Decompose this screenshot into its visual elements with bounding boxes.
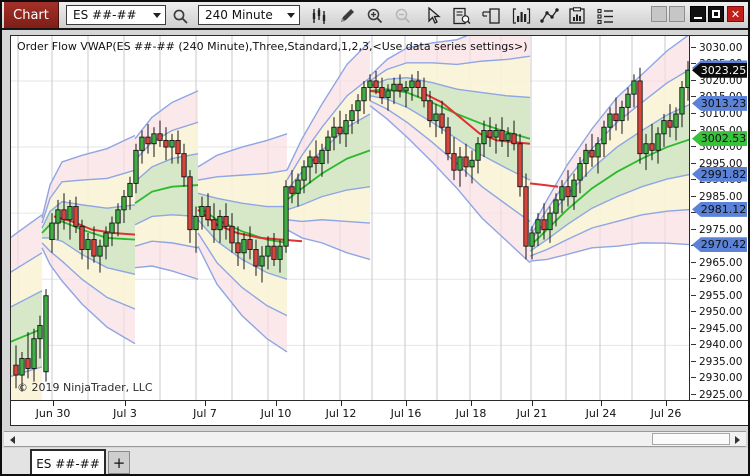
indicators-button[interactable]	[510, 6, 532, 26]
arrow-right-icon	[735, 435, 740, 444]
time-label: Jul 3	[113, 407, 137, 420]
indicators-icon	[512, 8, 530, 24]
drawing-tools-button[interactable]	[336, 6, 358, 26]
price-tick: 3030.00	[691, 42, 748, 54]
data-box-icon	[452, 7, 470, 25]
time-label: Jun 30	[35, 407, 71, 420]
zoom-out-icon	[395, 8, 411, 24]
time-tick	[532, 401, 533, 406]
add-tab-button[interactable]: +	[108, 451, 130, 474]
time-tick	[341, 401, 342, 406]
zoom-in-icon	[367, 8, 383, 24]
price-tick: 2985.00	[691, 191, 748, 203]
chevron-down-icon	[287, 13, 295, 18]
copyright-text: © 2019 NinjaTrader, LLC	[17, 381, 153, 394]
price-tick: 2945.00	[691, 323, 748, 335]
time-label: Jul 26	[650, 407, 682, 420]
pencil-icon	[341, 9, 354, 22]
minimize-button[interactable]	[690, 6, 706, 22]
properties-button[interactable]	[594, 6, 616, 26]
window-type-label: Chart	[4, 2, 59, 28]
time-label: Jul 10	[260, 407, 292, 420]
time-label: Jul 7	[193, 407, 217, 420]
close-button[interactable]: ✕	[727, 6, 744, 22]
time-tick	[406, 401, 407, 406]
time-label: Jul 16	[390, 407, 422, 420]
maximize-icon	[712, 10, 720, 18]
price-marker-band-2: 2981.12	[692, 201, 747, 217]
strategies-icon	[539, 8, 559, 23]
indicator-label: Order Flow VWAP(ES ##-## (240 Minute),Th…	[17, 40, 528, 53]
price-axis[interactable]: 2925.00 2930.00 2935.00 2940.00 2945.00 2950.…	[691, 36, 748, 400]
toolbar-blank-button-2[interactable]	[669, 6, 685, 22]
title-bar: Chart ES ##-## 240 Minute ✕	[2, 2, 748, 30]
data-box-button[interactable]	[450, 6, 472, 26]
chart-panel-icon	[481, 8, 500, 24]
interval-selector[interactable]: 240 Minute	[198, 5, 300, 25]
price-tick: 2975.00	[691, 224, 748, 236]
chevron-down-icon	[153, 13, 161, 18]
chart-style-icon	[312, 8, 326, 24]
chart-plot-area[interactable]: Order Flow VWAP(ES ##-## (240 Minute),Th…	[11, 36, 690, 400]
instrument-search-button[interactable]	[169, 6, 191, 26]
instrument-value: ES ##-##	[73, 8, 137, 22]
price-tick: 2935.00	[691, 356, 748, 368]
time-axis[interactable]: Jun 30 Jul 3 Jul 7 Jul 10 Jul 12 Jul 16 Jul 18…	[11, 400, 748, 425]
time-tick	[53, 401, 54, 406]
time-label: Jul 18	[455, 407, 487, 420]
interval-value: 240 Minute	[205, 8, 273, 22]
close-icon: ✕	[730, 7, 741, 21]
price-tick: 2965.00	[691, 257, 748, 269]
search-icon	[173, 9, 188, 24]
chart-window: Chart ES ##-## 240 Minute ✕ Order Flow V…	[0, 0, 750, 476]
price-tick: 2950.00	[691, 306, 748, 318]
time-label: Jul 21	[516, 407, 548, 420]
horizontal-scrollbar	[4, 431, 746, 447]
time-tick	[666, 401, 667, 406]
arrow-left-icon	[10, 435, 15, 444]
scrollbar-thumb[interactable]	[652, 433, 730, 445]
tab-es[interactable]: ES ##-##	[30, 449, 106, 474]
price-tick: 2940.00	[691, 339, 748, 351]
price-marker-band-3: 2970.42	[692, 237, 747, 253]
market-analyzer-icon	[569, 7, 585, 24]
price-marker-vwap: 3002.53	[692, 131, 747, 147]
toolbar-blank-button-1[interactable]	[651, 6, 667, 22]
candlestick-chart	[11, 36, 689, 400]
time-label: Jul 12	[325, 407, 357, 420]
properties-list-icon	[596, 8, 613, 25]
strategies-button[interactable]	[538, 6, 560, 26]
time-tick	[601, 401, 602, 406]
price-tick: 2955.00	[691, 290, 748, 302]
scroll-left-button[interactable]	[6, 433, 19, 446]
price-marker-band-1: 2991.82	[692, 166, 747, 182]
chart-style-button[interactable]	[308, 6, 330, 26]
price-marker-last-price: 3023.25	[692, 62, 747, 78]
zoom-out-button[interactable]	[392, 6, 414, 26]
maximize-button[interactable]	[708, 6, 724, 22]
cursor-icon	[428, 7, 441, 24]
scroll-right-button[interactable]	[731, 433, 744, 446]
time-label: Jul 24	[585, 407, 617, 420]
minimize-icon	[694, 17, 702, 19]
time-tick	[205, 401, 206, 406]
time-tick	[125, 401, 126, 406]
price-tick: 2930.00	[691, 372, 748, 384]
tab-strip: ES ##-## +	[2, 448, 748, 474]
zoom-in-button[interactable]	[364, 6, 386, 26]
price-tick: 2960.00	[691, 273, 748, 285]
market-analyzer-button[interactable]	[566, 6, 588, 26]
time-tick	[471, 401, 472, 406]
price-tick: 2925.00	[691, 389, 748, 400]
cursor-button[interactable]	[422, 6, 444, 26]
chart-panel-button[interactable]	[480, 6, 502, 26]
chart-panel: Order Flow VWAP(ES ##-## (240 Minute),Th…	[10, 35, 748, 426]
price-marker-band+1: 3013.23	[692, 95, 747, 111]
time-tick	[276, 401, 277, 406]
instrument-selector[interactable]: ES ##-##	[66, 5, 166, 25]
